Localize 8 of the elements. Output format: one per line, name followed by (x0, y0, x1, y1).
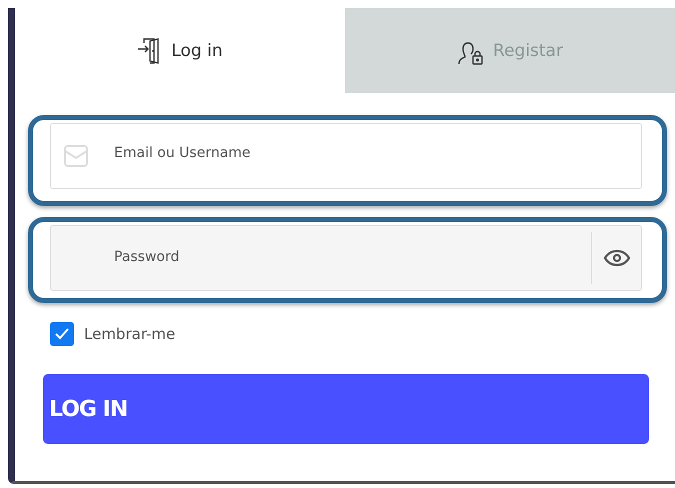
envelope-icon (64, 145, 88, 167)
login-button[interactable]: LOG IN (43, 374, 649, 444)
remember-label: Lembrar-me (84, 325, 176, 343)
checkmark-icon (54, 327, 70, 341)
eye-icon (602, 249, 630, 267)
email-field[interactable]: Email ou Username (112, 144, 641, 162)
password-field[interactable]: Password (112, 248, 591, 266)
remember-checkbox[interactable] (50, 322, 74, 346)
